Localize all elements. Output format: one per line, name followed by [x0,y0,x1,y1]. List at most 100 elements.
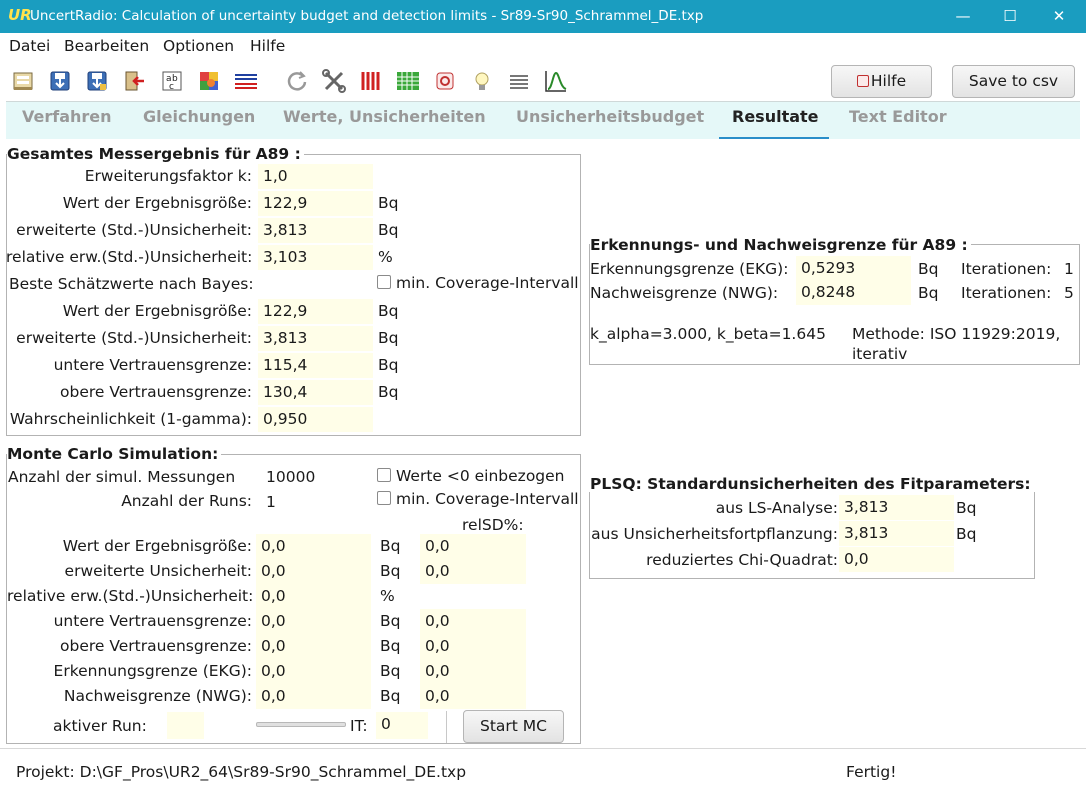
obere-label: obere Vertrauensgrenze: [60,383,252,401]
target-icon[interactable] [431,67,459,95]
untere-field[interactable]: 115,4 [258,353,373,378]
lines-arrow-icon[interactable] [232,67,260,95]
menu-optionen[interactable]: Optionen [163,37,234,55]
mc-row-relsd[interactable]: 0,0 [420,559,526,584]
bayes-erw-label: erweiterte (Std.-)Unsicherheit: [16,329,252,347]
bayes-wert-field[interactable]: 122,9 [258,299,373,324]
mc-row-unit: Bq [380,662,401,680]
detection-title: Erkennungs- und Nachweisgrenze für A89 : [590,236,971,254]
ekg-unit: Bq [918,260,939,278]
tab-bar: Verfahren Gleichungen Werte, Unsicherhei… [6,101,1080,140]
svg-text:c: c [169,82,174,92]
untere-unit: Bq [378,356,399,374]
checkbox-box [377,491,391,505]
mc-row-value[interactable]: 0,0 [256,534,371,559]
mc-row-relsd[interactable]: 0,0 [420,659,526,684]
tools-icon[interactable] [320,67,348,95]
open-file-icon[interactable] [9,67,37,95]
mc-relsd-header: relSD%: [462,516,524,534]
plsq-chi-field[interactable]: 0,0 [839,547,954,572]
mc-werte-checkbox[interactable]: Werte <0 einbezogen [377,467,565,485]
plsq-fort-unit: Bq [956,525,977,543]
project-path: Projekt: D:\GF_Pros\UR2_64\Sr89-Sr90_Sch… [16,763,467,781]
minimize-button[interactable]: — [940,0,986,33]
mc-row-unit: Bq [380,537,401,555]
save-icon[interactable] [46,67,74,95]
save-to-csv-button[interactable]: Save to csv [952,65,1075,98]
rel-field[interactable]: 3,103 [258,245,373,270]
save-as-icon[interactable] [83,67,111,95]
mc-row-label: Wert der Ergebnisgröße: [62,537,252,555]
maximize-button[interactable]: ☐ [987,0,1033,33]
nwg-label: Nachweisgrenze (NWG): [590,284,779,302]
color-palette-icon[interactable] [195,67,223,95]
rel-unit: % [378,248,393,266]
list-icon[interactable] [505,67,533,95]
start-mc-button[interactable]: Start MC [463,710,564,743]
tab-resultate[interactable]: Resultate [732,107,819,126]
ekg-label: Erkennungsgrenze (EKG): [590,260,789,278]
bayes-wert-label: Wert der Ergebnisgröße: [62,302,252,320]
mc-row-value[interactable]: 0,0 [256,609,371,634]
help-icon [856,75,869,87]
plsq-ls-field[interactable]: 3,813 [839,495,954,520]
k-field[interactable]: 1,0 [258,164,373,189]
mc-row-label: relative erw.(Std.-)Unsicherheit: [7,587,254,605]
bayes-erw-field[interactable]: 3,813 [258,326,373,351]
mc-row-relsd[interactable]: 0,0 [420,684,526,709]
mc-row-value[interactable]: 0,0 [256,584,371,609]
erw-field[interactable]: 3,813 [258,218,373,243]
tab-unsicherheitsbudget[interactable]: Unsicherheitsbudget [516,107,704,126]
mc-row-value[interactable]: 0,0 [256,684,371,709]
tab-text-editor[interactable]: Text Editor [849,107,947,126]
untere-label: untere Vertrauensgrenze: [53,356,252,374]
it-field[interactable]: 0 [376,712,428,739]
mc-row-relsd[interactable]: 0,0 [420,534,526,559]
mc-row-value[interactable]: 0,0 [256,559,371,584]
nwg-field[interactable]: 0,8248 [796,280,911,305]
checkbox-box [377,275,391,289]
bar-chart-icon[interactable] [357,67,385,95]
reload-icon[interactable] [283,67,311,95]
aktiver-run-field[interactable] [167,712,204,739]
bayes-coverage-checkbox[interactable]: min. Coverage-Intervall [377,274,579,292]
mc-row-relsd[interactable]: 0,0 [420,634,526,659]
bayes-label: Beste Schätzwerte nach Bayes: [9,275,254,293]
close-button[interactable]: ✕ [1036,0,1082,33]
tab-werte-unsicherheiten[interactable]: Werte, Unsicherheiten [283,107,486,126]
mc-row-value[interactable]: 0,0 [256,634,371,659]
ekg-field[interactable]: 0,5293 [796,256,911,281]
plsq-chi-label: reduziertes Chi-Quadrat: [646,551,838,569]
mc-anzahl-value[interactable]: 10000 [266,468,315,486]
wert-unit: Bq [378,194,399,212]
results-panel: Gesamtes Messergebnis für A89 : Erweiter… [6,139,1080,747]
menu-hilfe[interactable]: Hilfe [250,37,285,55]
k-params-text: k_alpha=3.000, k_beta=1.645 [590,325,826,343]
mc-werte-label: Werte <0 einbezogen [396,467,565,485]
exit-icon[interactable] [120,67,148,95]
help-button[interactable]: Hilfe [831,65,932,98]
curve-plot-icon[interactable] [542,67,570,95]
wert-field[interactable]: 122,9 [258,191,373,216]
grid-table-icon[interactable] [394,67,422,95]
it-label: IT: [350,717,368,735]
ekg-iter-label: Iterationen: [961,260,1052,278]
rel-label: relative erw.(Std.-)Unsicherheit: [6,248,253,266]
wahr-field[interactable]: 0,950 [258,407,373,432]
mc-coverage-checkbox[interactable]: min. Coverage-Intervall [377,490,579,508]
tab-verfahren[interactable]: Verfahren [22,107,112,126]
mc-row-relsd[interactable]: 0,0 [420,609,526,634]
help-button-label: Hilfe [870,72,907,90]
nwg-iter-value: 5 [1064,284,1074,302]
mc-row-value[interactable]: 0,0 [256,659,371,684]
obere-field[interactable]: 130,4 [258,380,373,405]
menu-bearbeiten[interactable]: Bearbeiten [64,37,149,55]
tab-gleichungen[interactable]: Gleichungen [143,107,255,126]
text-font-icon[interactable]: abc [158,67,186,95]
lightbulb-icon[interactable] [468,67,496,95]
menu-datei[interactable]: Datei [9,37,50,55]
mc-runs-value[interactable]: 1 [266,493,276,511]
methode-text-2: iterativ [852,345,908,363]
plsq-fort-field[interactable]: 3,813 [839,521,954,546]
app-logo-icon: UR [8,6,32,24]
